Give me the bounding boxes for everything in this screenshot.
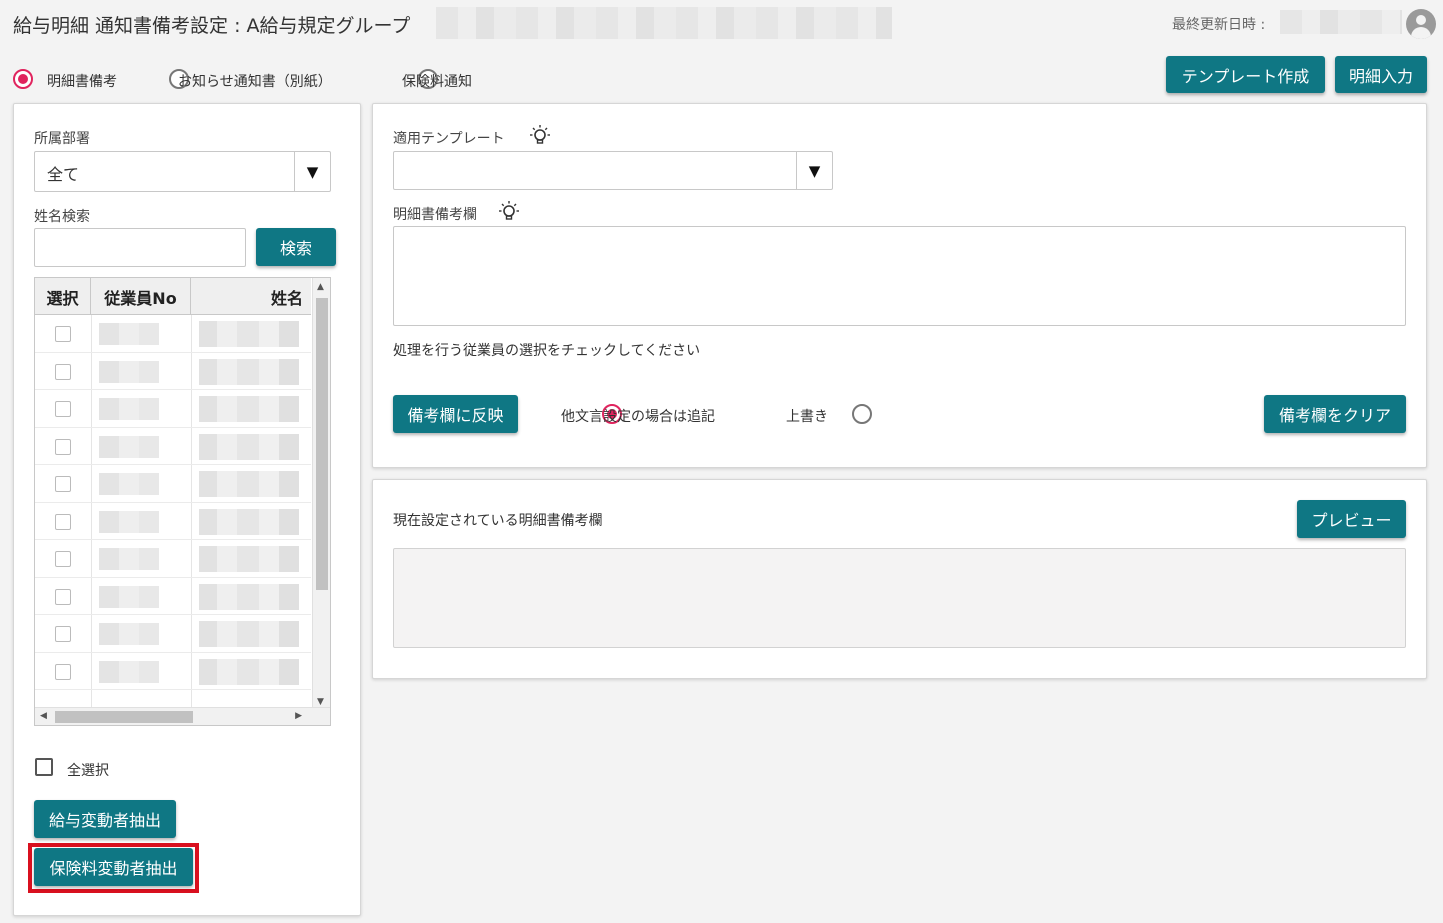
table-row[interactable] <box>35 578 311 615</box>
select-all-label: 全選択 <box>67 763 109 779</box>
redacted-employee-name <box>199 583 299 610</box>
redacted-employee-name <box>199 508 299 535</box>
name-search-label: 姓名検索 <box>34 209 90 225</box>
row-select-checkbox[interactable] <box>55 513 71 530</box>
current-remarks-display <box>393 548 1406 648</box>
redacted-employee-name <box>199 433 299 460</box>
insurance-change-extract-button[interactable]: 保険料変動者抽出 <box>34 848 193 886</box>
redacted-employee-no <box>99 323 159 345</box>
redacted-employee-no <box>99 660 159 683</box>
remarks-textarea[interactable] <box>393 226 1406 326</box>
select-all-checkbox[interactable] <box>35 758 53 776</box>
scroll-up-icon[interactable]: ▲ <box>317 282 324 292</box>
clear-remarks-button[interactable]: 備考欄をクリア <box>1264 395 1406 433</box>
vertical-scroll-thumb[interactable] <box>316 298 328 590</box>
table-row[interactable] <box>35 353 311 390</box>
redacted-employee-no <box>99 510 159 533</box>
table-row[interactable] <box>35 503 311 540</box>
user-avatar-icon[interactable] <box>1406 9 1436 39</box>
radio-mode-remarks-label: 明細書備考 <box>47 74 117 90</box>
scroll-down-icon[interactable]: ▼ <box>317 697 324 707</box>
row-select-checkbox[interactable] <box>55 401 71 417</box>
chevron-down-icon: ▼ <box>796 152 832 189</box>
department-select-value: 全て <box>47 165 80 184</box>
redacted-employee-no <box>99 623 159 645</box>
salary-change-extract-button[interactable]: 給与変動者抽出 <box>34 800 176 838</box>
apply-remarks-button[interactable]: 備考欄に反映 <box>393 395 518 433</box>
redacted-employee-name <box>199 358 299 385</box>
lightbulb-icon[interactable] <box>528 124 552 148</box>
table-row[interactable] <box>35 315 311 353</box>
row-select-checkbox[interactable] <box>55 551 71 567</box>
name-search-input[interactable] <box>34 228 246 267</box>
department-label: 所属部署 <box>34 131 90 147</box>
redacted-employee-no <box>99 360 159 383</box>
remarks-label: 明細書備考欄 <box>393 207 477 223</box>
last-updated-label: 最終更新日時 : <box>1172 17 1266 33</box>
table-row[interactable] <box>35 465 311 503</box>
row-select-checkbox[interactable] <box>55 476 71 492</box>
redacted-employee-no <box>99 548 159 570</box>
radio-mode-notice-label: お知らせ通知書（別紙） <box>178 74 332 90</box>
radio-append-label: 他文言設定の場合は追記 <box>561 409 715 425</box>
redacted-employee-name <box>199 658 299 685</box>
chevron-down-icon: ▼ <box>294 152 330 191</box>
scroll-left-icon[interactable]: ◀ <box>40 711 47 721</box>
table-horizontal-scrollbar[interactable]: ◀ ▶ <box>35 707 330 725</box>
current-remarks-label: 現在設定されている明細書備考欄 <box>393 513 603 529</box>
horizontal-scroll-thumb[interactable] <box>55 711 193 723</box>
redacted-employee-no <box>99 585 159 608</box>
column-header-select[interactable]: 選択 <box>35 278 91 315</box>
redacted-employee-no <box>99 473 159 495</box>
column-header-name[interactable]: 姓名 <box>191 278 311 315</box>
row-select-checkbox[interactable] <box>55 626 71 642</box>
redacted-employee-no <box>99 435 159 458</box>
table-row[interactable] <box>35 615 311 653</box>
page-title: 給与明細 通知書備考設定 : A給与規定グループ <box>13 15 411 37</box>
redacted-last-updated <box>1280 10 1402 34</box>
table-vertical-scrollbar[interactable]: ▲ ▼ <box>312 278 330 711</box>
search-button[interactable]: 検索 <box>256 228 336 266</box>
row-select-checkbox[interactable] <box>55 363 71 380</box>
redacted-employee-name <box>199 471 299 497</box>
table-row[interactable] <box>35 428 311 465</box>
lightbulb-icon[interactable] <box>497 200 521 224</box>
table-row[interactable] <box>35 540 311 578</box>
row-select-checkbox[interactable] <box>55 588 71 605</box>
employee-table: 選択 従業員No 姓名 ▲ ▼ ◀ ▶ <box>34 277 331 726</box>
redacted-employee-name <box>199 621 299 647</box>
radio-mode-remarks[interactable] <box>13 69 33 89</box>
preview-button[interactable]: プレビュー <box>1297 500 1406 538</box>
table-row[interactable] <box>35 390 311 428</box>
template-create-button[interactable]: テンプレート作成 <box>1166 56 1325 93</box>
radio-overwrite-label: 上書き <box>786 409 828 425</box>
redacted-employee-no <box>99 398 159 420</box>
table-header: 選択 従業員No 姓名 <box>35 278 311 315</box>
template-select[interactable]: ▼ <box>393 151 833 190</box>
row-select-checkbox[interactable] <box>55 663 71 680</box>
row-select-checkbox[interactable] <box>55 438 71 455</box>
table-row[interactable] <box>35 653 311 690</box>
row-select-checkbox[interactable] <box>55 326 71 342</box>
scroll-right-icon[interactable]: ▶ <box>295 711 302 721</box>
template-label: 適用テンプレート <box>393 131 505 147</box>
redacted-employee-name <box>199 396 299 422</box>
detail-input-button[interactable]: 明細入力 <box>1335 56 1427 93</box>
department-select[interactable]: 全て ▼ <box>34 151 331 192</box>
column-header-employee-no[interactable]: 従業員No <box>91 278 191 315</box>
redacted-employee-name <box>199 321 299 347</box>
redacted-employee-name <box>199 546 299 572</box>
radio-mode-insurance-label: 保険料通知 <box>402 74 472 90</box>
redacted-title-suffix <box>436 7 892 39</box>
instruction-text: 処理を行う従業員の選択をチェックしてください <box>393 343 701 359</box>
